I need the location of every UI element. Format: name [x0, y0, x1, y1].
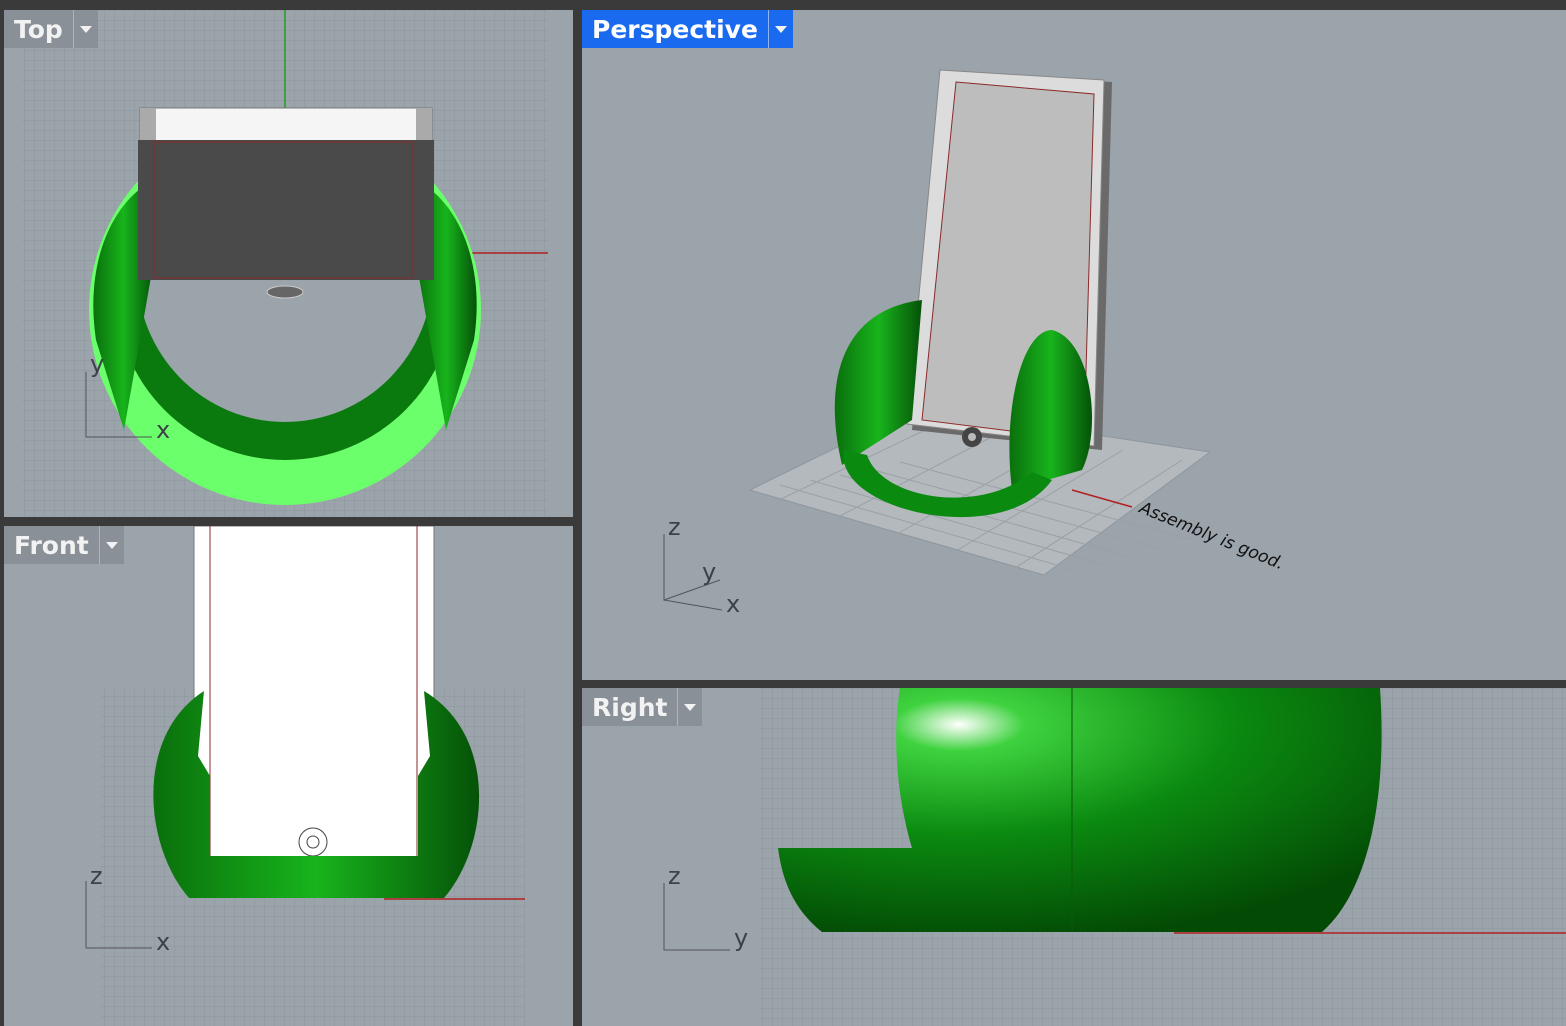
viewport-front[interactable]: Front z x: [4, 526, 573, 1026]
right-view-canvas: [663, 688, 1566, 1026]
chevron-down-icon[interactable]: [98, 526, 124, 564]
viewport-perspective[interactable]: Perspective z y x Assembly is good.: [582, 10, 1566, 680]
axis-label-z: z: [90, 862, 103, 890]
perspective-view-canvas: [663, 69, 1212, 611]
axis-label-x: x: [156, 416, 171, 444]
viewport-top[interactable]: Top y x: [4, 10, 573, 517]
chevron-down-icon[interactable]: [767, 10, 793, 48]
tab-perspective[interactable]: Perspective: [582, 10, 793, 48]
axis-label-y: y: [702, 558, 717, 586]
axis-label-x: x: [726, 590, 741, 618]
tab-top[interactable]: Top: [4, 10, 98, 48]
axis-label-y: y: [90, 350, 105, 378]
chevron-down-icon[interactable]: [677, 688, 702, 726]
tab-right[interactable]: Right: [582, 688, 703, 726]
axis-label-z: z: [668, 862, 681, 890]
phone-screen: [138, 140, 434, 280]
axis-label-y: y: [734, 924, 749, 952]
front-view-canvas: [85, 526, 525, 1026]
chevron-down-icon[interactable]: [72, 10, 98, 48]
tab-front[interactable]: Front: [4, 526, 124, 564]
axis-label-x: x: [156, 928, 171, 956]
axis-label-z: z: [668, 513, 681, 541]
viewport-right[interactable]: Right z y: [582, 688, 1566, 1026]
top-view-canvas: [22, 10, 548, 517]
